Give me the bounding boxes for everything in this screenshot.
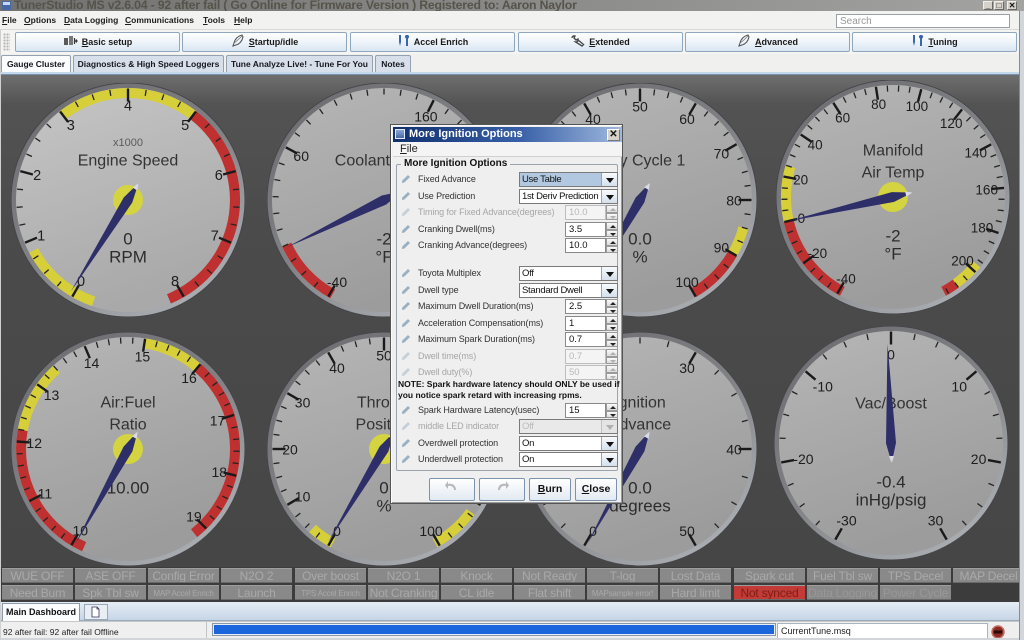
svg-text:0.0: 0.0 bbox=[628, 479, 652, 498]
svg-text:Engine Speed: Engine Speed bbox=[78, 153, 179, 170]
svg-text:120: 120 bbox=[940, 116, 963, 131]
svg-text:10: 10 bbox=[295, 489, 311, 505]
svg-text:-20: -20 bbox=[808, 246, 828, 261]
svg-text:50: 50 bbox=[679, 523, 695, 539]
svg-text:30: 30 bbox=[928, 513, 944, 529]
svg-text:%: % bbox=[632, 248, 647, 267]
svg-text:100: 100 bbox=[675, 274, 699, 290]
svg-text:20: 20 bbox=[282, 442, 298, 458]
svg-text:140: 140 bbox=[965, 146, 988, 161]
svg-text:3: 3 bbox=[67, 118, 75, 134]
svg-text:13: 13 bbox=[44, 387, 60, 403]
svg-text:100: 100 bbox=[419, 523, 443, 539]
svg-text:-2: -2 bbox=[885, 227, 900, 246]
svg-text:30: 30 bbox=[679, 360, 695, 376]
svg-text:-20: -20 bbox=[793, 451, 813, 467]
svg-text:°F: °F bbox=[884, 245, 901, 264]
svg-text:Air:Fuel: Air:Fuel bbox=[100, 395, 155, 412]
svg-text:200: 200 bbox=[951, 253, 974, 268]
svg-text:8: 8 bbox=[171, 274, 179, 290]
svg-text:x1000: x1000 bbox=[113, 137, 143, 149]
svg-text:15: 15 bbox=[135, 349, 151, 365]
svg-text:30: 30 bbox=[295, 395, 311, 411]
svg-text:2: 2 bbox=[33, 168, 41, 184]
svg-text:14: 14 bbox=[84, 355, 100, 371]
svg-text:1: 1 bbox=[37, 229, 45, 245]
svg-text:60: 60 bbox=[835, 111, 850, 126]
svg-text:80: 80 bbox=[871, 97, 886, 112]
svg-text:-40: -40 bbox=[836, 271, 856, 286]
svg-text:-40: -40 bbox=[327, 274, 347, 290]
svg-text:-0.4: -0.4 bbox=[876, 473, 905, 492]
svg-text:-30: -30 bbox=[836, 513, 856, 529]
svg-text:40: 40 bbox=[726, 442, 742, 458]
svg-text:RPM: RPM bbox=[109, 248, 147, 267]
svg-text:inHg/psig: inHg/psig bbox=[856, 491, 927, 510]
svg-text:19: 19 bbox=[186, 509, 202, 525]
svg-text:18: 18 bbox=[212, 464, 228, 480]
svg-text:100: 100 bbox=[906, 99, 929, 114]
svg-text:Air Temp: Air Temp bbox=[862, 165, 925, 182]
svg-text:10: 10 bbox=[951, 378, 967, 394]
svg-text:12: 12 bbox=[26, 435, 42, 451]
svg-text:160: 160 bbox=[414, 108, 438, 124]
svg-text:160: 160 bbox=[975, 182, 998, 197]
svg-text:70: 70 bbox=[714, 146, 730, 162]
svg-text:6: 6 bbox=[215, 168, 223, 184]
svg-text:0: 0 bbox=[379, 479, 388, 498]
svg-text:Manifold: Manifold bbox=[863, 143, 923, 160]
svg-text:180: 180 bbox=[971, 220, 994, 235]
svg-text:0.0: 0.0 bbox=[628, 230, 652, 249]
svg-text:20: 20 bbox=[793, 173, 808, 188]
svg-text:11: 11 bbox=[38, 485, 53, 501]
svg-text:20: 20 bbox=[971, 451, 987, 467]
svg-text:-10: -10 bbox=[813, 378, 833, 394]
svg-text:7: 7 bbox=[211, 229, 219, 245]
svg-text:16: 16 bbox=[181, 370, 197, 386]
svg-text:17: 17 bbox=[210, 413, 226, 429]
svg-text:90: 90 bbox=[714, 240, 730, 256]
svg-text:0: 0 bbox=[589, 523, 597, 539]
svg-text:40: 40 bbox=[329, 360, 345, 376]
svg-text:50: 50 bbox=[632, 99, 648, 115]
svg-text:80: 80 bbox=[726, 193, 742, 209]
svg-text:40: 40 bbox=[808, 137, 823, 152]
svg-text:60: 60 bbox=[293, 148, 309, 164]
svg-text:4: 4 bbox=[124, 99, 132, 115]
svg-text:5: 5 bbox=[181, 118, 189, 134]
svg-text:0: 0 bbox=[123, 230, 132, 249]
svg-text:60: 60 bbox=[679, 111, 695, 127]
svg-text:Ratio: Ratio bbox=[109, 417, 146, 434]
